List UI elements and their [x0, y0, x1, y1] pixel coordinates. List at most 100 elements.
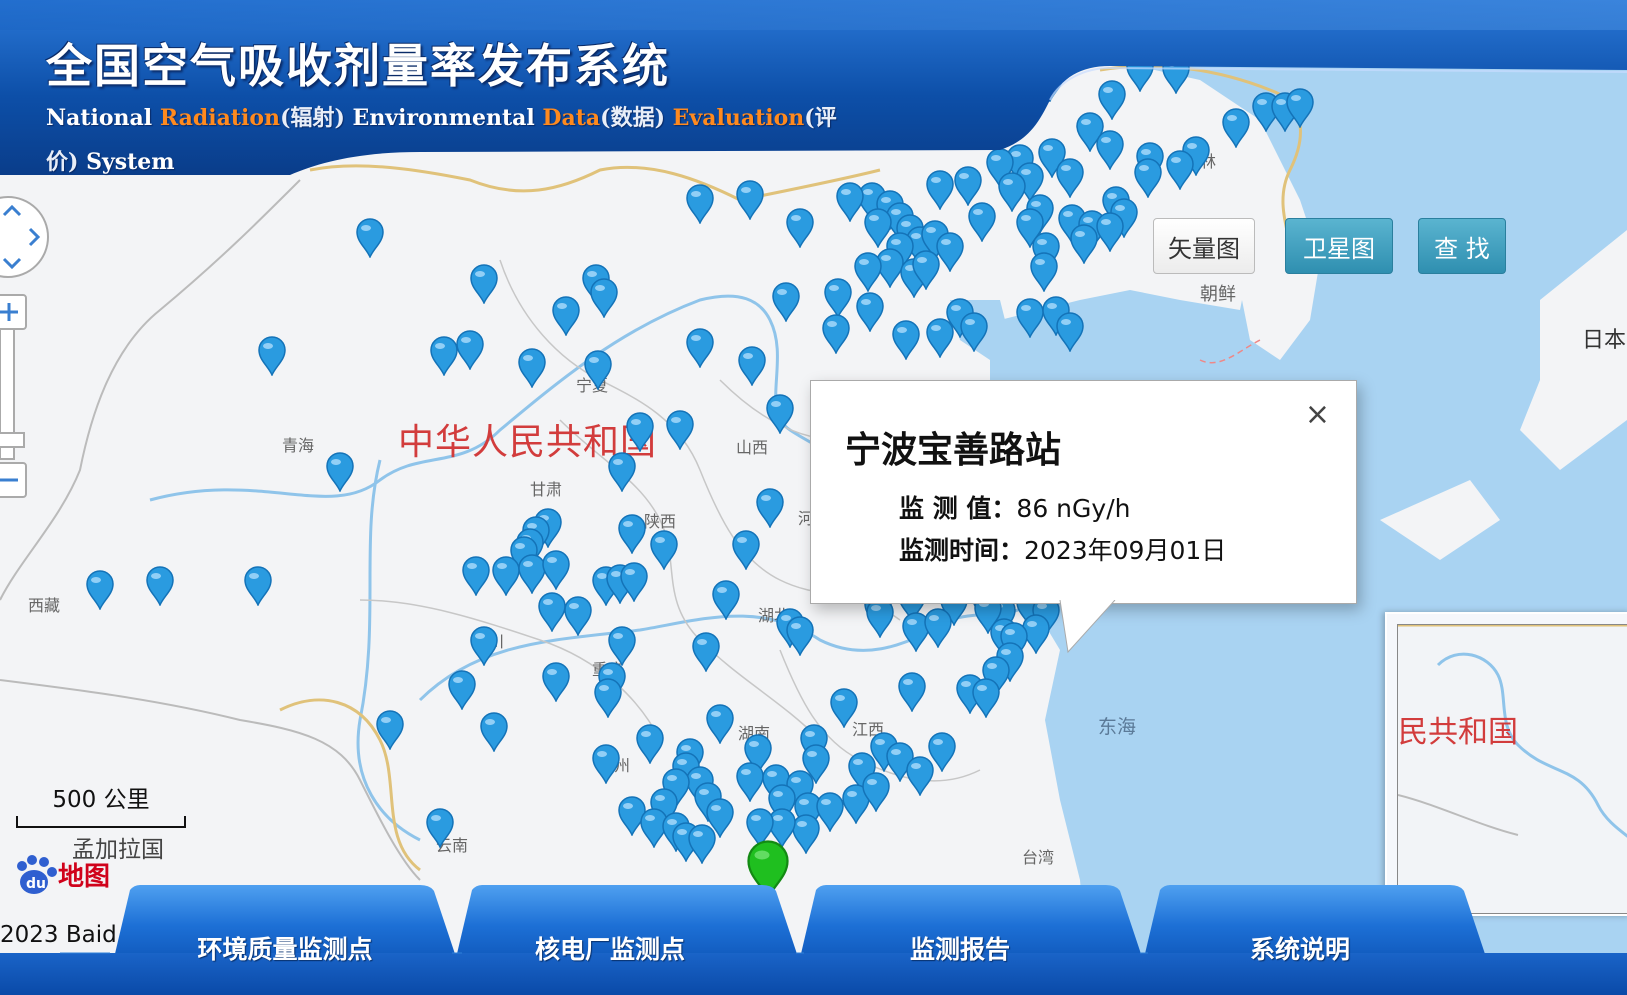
station-pin[interactable] [765, 394, 795, 434]
station-pin[interactable] [425, 808, 455, 848]
station-pin[interactable] [685, 328, 715, 368]
nav-environment-stations[interactable]: 环境质量监测点 [140, 930, 430, 966]
station-pin[interactable] [145, 566, 175, 606]
station-pin[interactable] [551, 296, 581, 336]
station-pin[interactable] [1221, 108, 1251, 148]
station-pin[interactable] [735, 180, 765, 220]
station-pin[interactable] [897, 672, 927, 712]
map-pin-icon [686, 184, 714, 224]
station-pin[interactable] [959, 312, 989, 352]
station-pin[interactable] [923, 608, 953, 648]
station-pin[interactable] [755, 488, 785, 528]
station-pin[interactable] [1055, 158, 1085, 198]
map-pin-icon [706, 704, 734, 744]
nav-system-description[interactable]: 系统说明 [1160, 930, 1440, 966]
station-pin[interactable] [785, 208, 815, 248]
station-pin[interactable] [861, 772, 891, 812]
station-pin[interactable] [823, 278, 853, 318]
station-pin[interactable] [687, 824, 717, 864]
nav-monitoring-reports[interactable]: 监测报告 [820, 930, 1100, 966]
station-pin[interactable] [821, 314, 851, 354]
station-pin[interactable] [905, 756, 935, 796]
station-pin[interactable] [589, 278, 619, 318]
station-pin[interactable] [971, 678, 1001, 718]
station-pin[interactable] [1165, 150, 1195, 190]
station-pin[interactable] [541, 662, 571, 702]
station-pin[interactable] [607, 626, 637, 666]
station-pin[interactable] [835, 182, 865, 222]
map-pin-icon [736, 180, 764, 220]
station-pin[interactable] [469, 264, 499, 304]
map-pin-icon [924, 608, 952, 648]
map-pin-icon [584, 350, 612, 390]
station-pin[interactable] [1069, 224, 1099, 264]
station-pin[interactable] [461, 556, 491, 596]
station-pin[interactable] [325, 452, 355, 492]
station-pin[interactable] [517, 348, 547, 388]
station-pin[interactable] [865, 598, 895, 638]
station-pin[interactable] [691, 632, 721, 672]
map-pin-icon [356, 218, 384, 258]
station-pin[interactable] [469, 626, 499, 666]
station-pin[interactable] [1161, 54, 1191, 94]
station-pin[interactable] [257, 336, 287, 376]
station-pin[interactable] [997, 172, 1027, 212]
station-pin[interactable] [455, 330, 485, 370]
station-pin[interactable] [731, 530, 761, 570]
search-button[interactable]: 查 找 [1418, 218, 1506, 274]
map-pin-icon [426, 808, 454, 848]
map-pin-icon [866, 598, 894, 638]
station-pin[interactable] [583, 350, 613, 390]
station-pin[interactable] [665, 410, 695, 450]
station-pin[interactable] [771, 282, 801, 322]
station-pin[interactable] [785, 616, 815, 656]
station-pin[interactable] [541, 550, 571, 590]
station-pin[interactable] [705, 704, 735, 744]
station-pin[interactable] [829, 688, 859, 728]
station-pin[interactable] [967, 202, 997, 242]
station-pin[interactable] [891, 320, 921, 360]
overview-map[interactable]: 民共和国 [1385, 612, 1627, 916]
station-pin[interactable] [853, 252, 883, 292]
station-pin[interactable] [925, 170, 955, 210]
map-pin-icon [926, 170, 954, 210]
station-pin[interactable] [1095, 212, 1125, 252]
station-pin[interactable] [619, 562, 649, 602]
station-pin[interactable] [1095, 130, 1125, 170]
station-pin[interactable] [593, 678, 623, 718]
station-pin[interactable] [375, 710, 405, 750]
station-pin[interactable] [711, 580, 741, 620]
station-pin[interactable] [591, 744, 621, 784]
station-name: 宁波宝善路站 [845, 430, 1062, 471]
station-pin[interactable] [737, 346, 767, 386]
station-pin[interactable] [855, 292, 885, 332]
map-pin-icon [146, 566, 174, 606]
station-pin[interactable] [447, 670, 477, 710]
station-pin[interactable] [1255, 24, 1285, 64]
map-pin-icon [1096, 212, 1124, 252]
station-pin[interactable] [1029, 252, 1059, 292]
station-pin[interactable] [243, 566, 273, 606]
station-pin[interactable] [635, 724, 665, 764]
nav-nuclear-plant-stations[interactable]: 核电厂监测点 [470, 930, 750, 966]
vector-map-button[interactable]: 矢量图 [1153, 218, 1255, 274]
station-pin[interactable] [355, 218, 385, 258]
close-icon[interactable]: × [1305, 397, 1330, 432]
station-pin[interactable] [479, 712, 509, 752]
station-pin[interactable] [563, 596, 593, 636]
map-pin-icon [836, 182, 864, 222]
station-pin[interactable] [617, 514, 647, 554]
station-pin[interactable] [1055, 312, 1085, 352]
station-pin[interactable] [1285, 88, 1315, 128]
station-pin[interactable] [625, 412, 655, 452]
station-pin[interactable] [685, 184, 715, 224]
station-pin[interactable] [607, 452, 637, 492]
station-pin[interactable] [649, 530, 679, 570]
station-pin[interactable] [1133, 158, 1163, 198]
station-pin[interactable] [911, 250, 941, 290]
satellite-map-button[interactable]: 卫星图 [1285, 218, 1393, 274]
station-pin[interactable] [85, 570, 115, 610]
station-pin[interactable] [1035, 62, 1065, 102]
station-pin[interactable] [953, 166, 983, 206]
station-pin[interactable] [1125, 52, 1155, 92]
